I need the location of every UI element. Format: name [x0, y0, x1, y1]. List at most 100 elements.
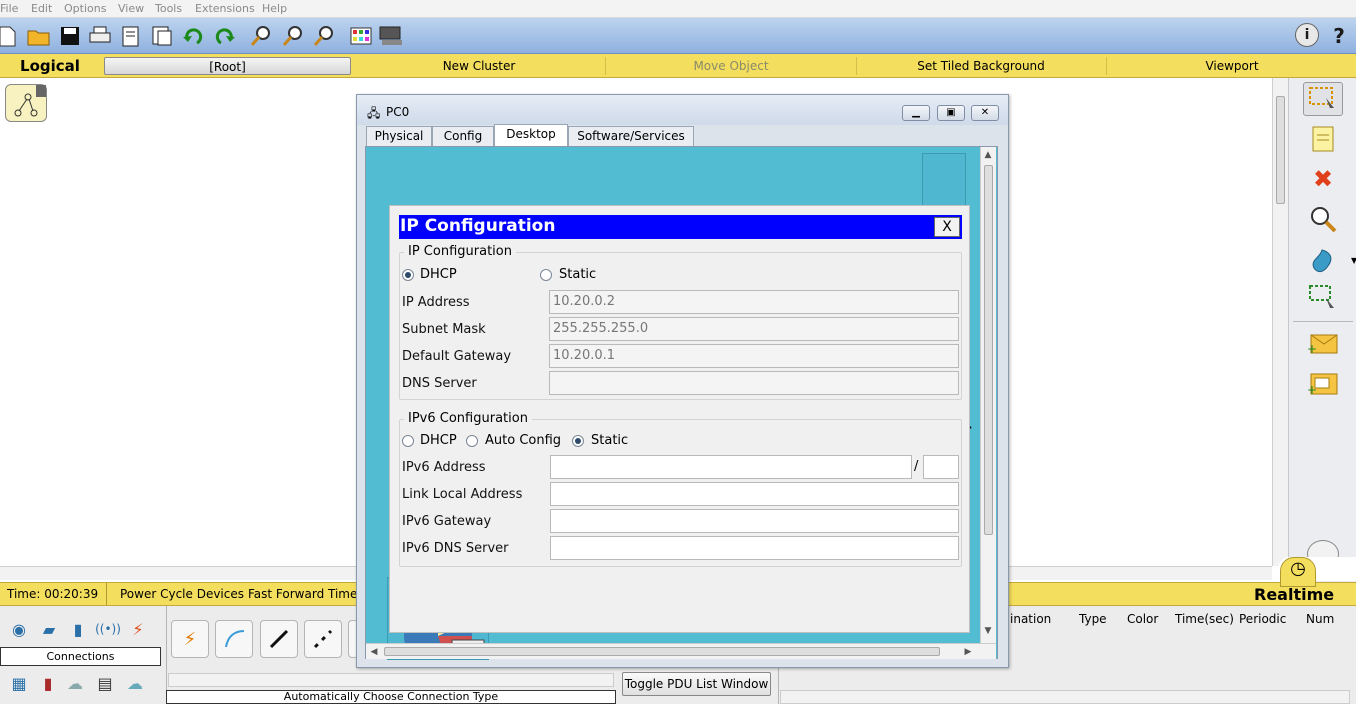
- zoom-reset-icon[interactable]: [280, 23, 306, 49]
- logical-navigation-icon[interactable]: [5, 84, 47, 122]
- security-category-icon[interactable]: ▮: [35, 672, 61, 694]
- menu-options[interactable]: Options: [64, 2, 106, 15]
- subnet-mask-label: Subnet Mask: [402, 322, 486, 337]
- close-window-icon[interactable]: ✕: [971, 105, 999, 121]
- activity-wizard-icon[interactable]: [118, 23, 144, 49]
- chevron-down-icon[interactable]: ▼: [1351, 256, 1356, 265]
- canvas-vertical-scrollbar[interactable]: [1272, 78, 1288, 566]
- save-icon[interactable]: [57, 23, 83, 49]
- console-cable-icon[interactable]: [215, 620, 253, 658]
- time-display: Time: 00:20:39: [7, 587, 99, 601]
- window-title: PC0: [386, 105, 410, 119]
- wireless-devices-category-icon[interactable]: ((•)): [95, 618, 121, 640]
- fast-forward-time-button[interactable]: Fast Forward Time: [248, 587, 357, 601]
- viewport-button[interactable]: Viewport: [1107, 57, 1356, 75]
- pc0-titlebar[interactable]: 🖧 PC0 ▁ ▣ ✕: [357, 95, 1008, 125]
- set-tiled-background-button[interactable]: Set Tiled Background: [857, 57, 1105, 75]
- resize-shape-icon[interactable]: [1303, 280, 1343, 314]
- subnet-mask-field[interactable]: 255.255.255.0: [549, 317, 959, 341]
- draw-shape-icon[interactable]: [1303, 242, 1343, 276]
- copper-cross-cable-icon[interactable]: [304, 620, 342, 658]
- pdu-col-destination: ination: [1010, 612, 1052, 626]
- static-label[interactable]: Static: [559, 267, 596, 282]
- ipv6-dhcp-label[interactable]: DHCP: [420, 433, 457, 448]
- root-button[interactable]: [Root]: [104, 57, 351, 75]
- custom-made-devices-category-icon[interactable]: ▤: [92, 672, 118, 694]
- tab-config[interactable]: Config: [432, 126, 494, 146]
- move-object-button[interactable]: Move Object: [606, 57, 856, 75]
- dns-server-label: DNS Server: [402, 376, 477, 391]
- toggle-pdu-list-button[interactable]: Toggle PDU List Window: [622, 672, 771, 696]
- undo-icon[interactable]: [181, 23, 207, 49]
- end-devices-category-icon[interactable]: ▦: [6, 672, 32, 694]
- ipv6-address-field[interactable]: [550, 455, 912, 479]
- new-cluster-button[interactable]: New Cluster: [354, 57, 604, 75]
- zoom-in-icon[interactable]: [248, 23, 274, 49]
- realtime-clock-icon[interactable]: ◷: [1280, 557, 1316, 587]
- svg-text:+: +: [1307, 342, 1317, 355]
- ipv6-auto-config-radio[interactable]: [466, 435, 478, 447]
- ipv6-static-radio[interactable]: [572, 435, 584, 447]
- wan-emulation-category-icon[interactable]: ☁: [62, 672, 88, 694]
- pdu-list-scrollbar[interactable]: [780, 690, 1350, 704]
- add-complex-pdu-icon[interactable]: +: [1303, 366, 1343, 400]
- dhcp-label[interactable]: DHCP: [420, 267, 457, 282]
- link-local-address-field[interactable]: [550, 482, 959, 506]
- ipv6-dns-server-field[interactable]: [550, 536, 959, 560]
- tab-software-services[interactable]: Software/Services: [568, 126, 694, 146]
- ipv6-dns-server-label: IPv6 DNS Server: [402, 541, 509, 556]
- default-gateway-field[interactable]: 10.20.0.1: [549, 344, 959, 368]
- add-simple-pdu-icon[interactable]: +: [1303, 326, 1343, 360]
- menu-help[interactable]: Help: [262, 2, 287, 15]
- routers-category-icon[interactable]: ◉: [6, 618, 32, 640]
- ip-address-field[interactable]: 10.20.0.2: [549, 290, 959, 314]
- print-icon[interactable]: [87, 23, 113, 49]
- tab-physical[interactable]: Physical: [366, 126, 432, 146]
- menu-view[interactable]: View: [118, 2, 144, 15]
- menu-file[interactable]: File: [0, 2, 18, 15]
- connections-scrollbar[interactable]: [168, 673, 614, 687]
- desktop-vertical-scrollbar[interactable]: ▲ ▼: [980, 147, 996, 643]
- static-radio[interactable]: [540, 269, 552, 281]
- dialog-close-button[interactable]: X: [934, 217, 960, 237]
- connection-type-label: Automatically Choose Connection Type: [166, 690, 616, 704]
- power-cycle-devices-button[interactable]: Power Cycle Devices: [120, 587, 244, 601]
- copper-straight-cable-icon[interactable]: [260, 620, 298, 658]
- menu-tools[interactable]: Tools: [155, 2, 182, 15]
- ipv6-address-label: IPv6 Address: [402, 460, 486, 475]
- minimize-icon[interactable]: ▁: [902, 105, 930, 121]
- custom-device-icon[interactable]: [149, 23, 175, 49]
- inspect-icon[interactable]: [1303, 202, 1343, 236]
- menu-edit[interactable]: Edit: [31, 2, 52, 15]
- desktop-horizontal-scrollbar[interactable]: ◀ ▶: [366, 643, 996, 659]
- ipv6-static-label[interactable]: Static: [591, 433, 628, 448]
- dhcp-radio[interactable]: [402, 269, 414, 281]
- ipv6-dhcp-radio[interactable]: [402, 435, 414, 447]
- menu-extensions[interactable]: Extensions: [195, 2, 255, 15]
- delete-icon[interactable]: ✖: [1303, 162, 1343, 196]
- help-icon[interactable]: ?: [1326, 23, 1352, 49]
- select-icon[interactable]: [1303, 82, 1343, 116]
- open-icon[interactable]: [26, 23, 52, 49]
- tab-desktop[interactable]: Desktop: [494, 124, 568, 146]
- note-icon[interactable]: [1303, 122, 1343, 156]
- device-template-icon[interactable]: [378, 23, 404, 49]
- palette-icon[interactable]: [348, 23, 374, 49]
- ipv6-auto-config-label[interactable]: Auto Config: [485, 433, 561, 448]
- hubs-category-icon[interactable]: ▮: [65, 618, 91, 640]
- multiuser-connection-category-icon[interactable]: ☁: [122, 672, 148, 694]
- logical-workspace-label[interactable]: Logical: [0, 57, 100, 75]
- dns-server-field[interactable]: [549, 371, 959, 395]
- ipv6-prefix-field[interactable]: [923, 455, 959, 479]
- pdu-col-type: Type: [1079, 612, 1107, 626]
- connections-category-icon[interactable]: ⚡: [125, 618, 151, 640]
- ipv6-gateway-field[interactable]: [550, 509, 959, 533]
- switches-category-icon[interactable]: ▰: [36, 618, 62, 640]
- auto-connection-icon[interactable]: ⚡: [171, 620, 209, 658]
- realtime-mode-label[interactable]: Realtime: [1254, 585, 1334, 604]
- info-icon[interactable]: i: [1295, 23, 1319, 47]
- zoom-out-icon[interactable]: [311, 23, 337, 49]
- new-icon[interactable]: [0, 23, 20, 49]
- maximize-icon[interactable]: ▣: [937, 105, 965, 121]
- redo-icon[interactable]: [211, 23, 237, 49]
